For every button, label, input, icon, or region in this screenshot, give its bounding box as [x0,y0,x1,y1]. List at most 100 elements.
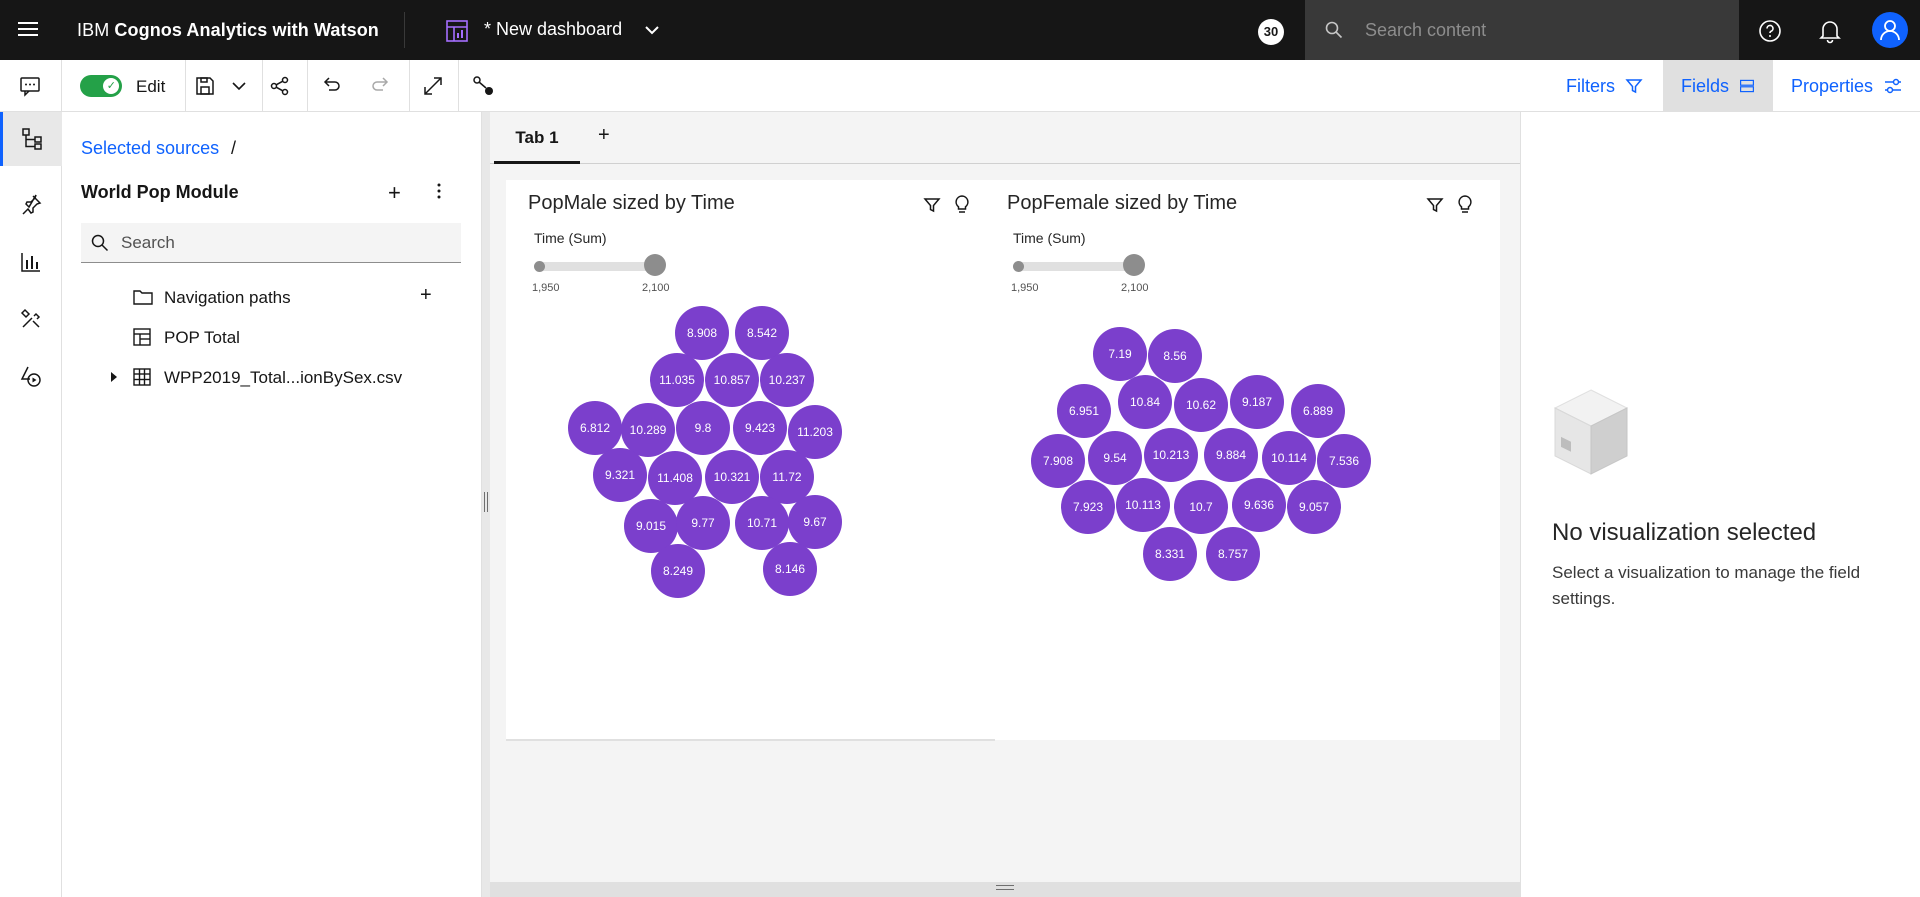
bubble-label: 10.84 [1130,395,1160,409]
help-icon[interactable] [1758,19,1782,43]
bubble-label: 11.203 [797,425,833,439]
bubble-label: 9.057 [1299,500,1329,514]
share-icon[interactable] [269,75,291,97]
top-bar: IBM Cognos Analytics with Watson * New d… [0,0,1920,60]
empty-box-icon [1553,389,1629,475]
dashboard-title[interactable]: * New dashboard [484,19,622,40]
chevron-down-icon[interactable] [229,75,249,97]
bubble-label: 10.113 [1125,498,1161,512]
bubble-label: 9.187 [1242,395,1272,409]
edit-mode-toggle[interactable]: ✓ [80,75,122,97]
toolbar-divider [185,60,186,112]
folder-icon [133,290,153,305]
source-search-box [81,223,461,263]
bubble-label: 8.542 [747,326,777,340]
redo-icon[interactable] [370,75,392,97]
bubble-label: 7.19 [1108,347,1132,361]
hamburger-menu-icon[interactable] [14,18,42,42]
chevron-down-icon[interactable] [642,20,662,40]
drag-handle-icon[interactable] [484,492,488,512]
panel-splitter[interactable] [482,112,490,897]
bubble-label: 9.67 [803,515,827,529]
add-icon[interactable]: + [420,284,432,307]
tab-1[interactable]: Tab 1 [494,126,580,164]
fields-panel: No visualization selected Select a visua… [1520,112,1920,897]
module-title: World Pop Module [81,182,239,202]
dashboard-canvas: Tab 1 + PopMale sized by Time Time (Sum)… [490,112,1520,882]
notification-count-badge[interactable]: 30 [1258,19,1284,45]
check-icon: ✓ [106,80,116,92]
bubble-label: 11.035 [659,373,695,387]
bar-chart-icon [21,253,40,272]
chat-icon[interactable] [19,75,41,97]
viz-card-popfemale[interactable]: PopFemale sized by Time Time (Sum) 1,950… [995,180,1500,740]
bubble-chart-popmale: 8.908 8.542 11.035 10.857 10.237 6.812 10.289 9… [568,306,842,598]
rail-sources[interactable] [0,112,62,166]
tree-item-wpp-csv[interactable]: WPP2019_Total...ionBySex.csv [62,360,482,396]
bubble-label: 6.812 [580,421,610,435]
undo-icon[interactable] [320,75,342,97]
bubble-label: 11.408 [657,471,693,485]
user-avatar[interactable] [1872,12,1908,48]
toolbar-divider [262,60,263,112]
add-icon[interactable]: + [388,180,401,206]
bubble-label: 9.321 [605,468,635,482]
drag-handle-icon[interactable] [996,885,1014,890]
bubble-label: 9.884 [1216,448,1246,462]
bubble-label: 8.757 [1218,547,1248,561]
bubble-label: 9.015 [636,519,666,533]
bubble-label: 10.71 [747,516,777,530]
empty-state-description: Select a visualization to manage the fie… [1552,563,1861,608]
save-icon[interactable] [194,75,216,97]
left-rail [0,112,62,897]
fields-button[interactable]: Fields [1663,60,1773,112]
data-tree-icon [21,128,42,150]
table-icon [133,328,151,346]
shapes-play-icon [20,366,41,387]
search-content-input[interactable] [1365,17,1715,43]
bubble-label: 9.77 [691,516,715,530]
bubble-label: 10.114 [1271,451,1307,465]
bubble-label: 8.331 [1155,547,1185,561]
properties-button[interactable]: Properties [1773,60,1920,112]
tree-item-navigation-paths[interactable]: Navigation paths + [62,280,482,316]
tree-item-pop-total[interactable]: POP Total [62,320,482,356]
rail-media[interactable] [0,349,62,403]
breadcrumb-separator: / [231,138,237,158]
filters-button[interactable]: Filters [1548,60,1661,112]
source-search-input[interactable] [121,232,441,254]
bubble-label: 10.289 [630,423,667,437]
bubble-label: 7.536 [1329,454,1359,468]
rail-visualizations[interactable] [0,235,62,289]
connections-icon[interactable] [472,75,496,97]
toolbar-divider [307,60,308,112]
toolbar-divider [458,60,459,112]
brand-prefix: IBM [77,20,115,40]
caret-right-icon[interactable] [109,371,119,383]
rail-pins[interactable] [0,178,62,232]
search-icon [1325,21,1343,39]
viz-card-popmale[interactable]: PopMale sized by Time Time (Sum) 1,950 2… [506,180,995,740]
expand-icon[interactable] [422,75,444,97]
bubble-label: 9.423 [745,421,775,435]
bubble-chart-popfemale: 7.19 8.56 6.951 10.84 10.62 9.187 6.889 7.908 9.… [1031,327,1371,581]
bubble-label: 11.72 [772,470,801,484]
toolbar-divider [61,60,62,112]
overflow-menu-icon[interactable] [436,182,442,200]
notification-bell-icon[interactable] [1818,18,1842,44]
bottom-resize-bar[interactable] [490,882,1520,897]
breadcrumb-selected-sources[interactable]: Selected sources [81,138,219,159]
fields-icon [1740,79,1755,93]
pin-icon [22,194,42,215]
tree-item-label: WPP2019_Total...ionBySex.csv [164,368,403,387]
bubble-label: 7.908 [1043,454,1073,468]
bubble-label: 10.237 [769,373,806,387]
bubble-label: 8.56 [1163,349,1187,363]
tools-icon [20,308,41,328]
rail-assets[interactable] [0,292,62,346]
bubble-label: 9.8 [695,421,712,435]
add-tab-button[interactable]: + [598,124,610,147]
bubble-label: 6.889 [1303,404,1333,418]
bubble-label: 8.146 [775,562,805,576]
bubble-label: 6.951 [1069,404,1099,418]
